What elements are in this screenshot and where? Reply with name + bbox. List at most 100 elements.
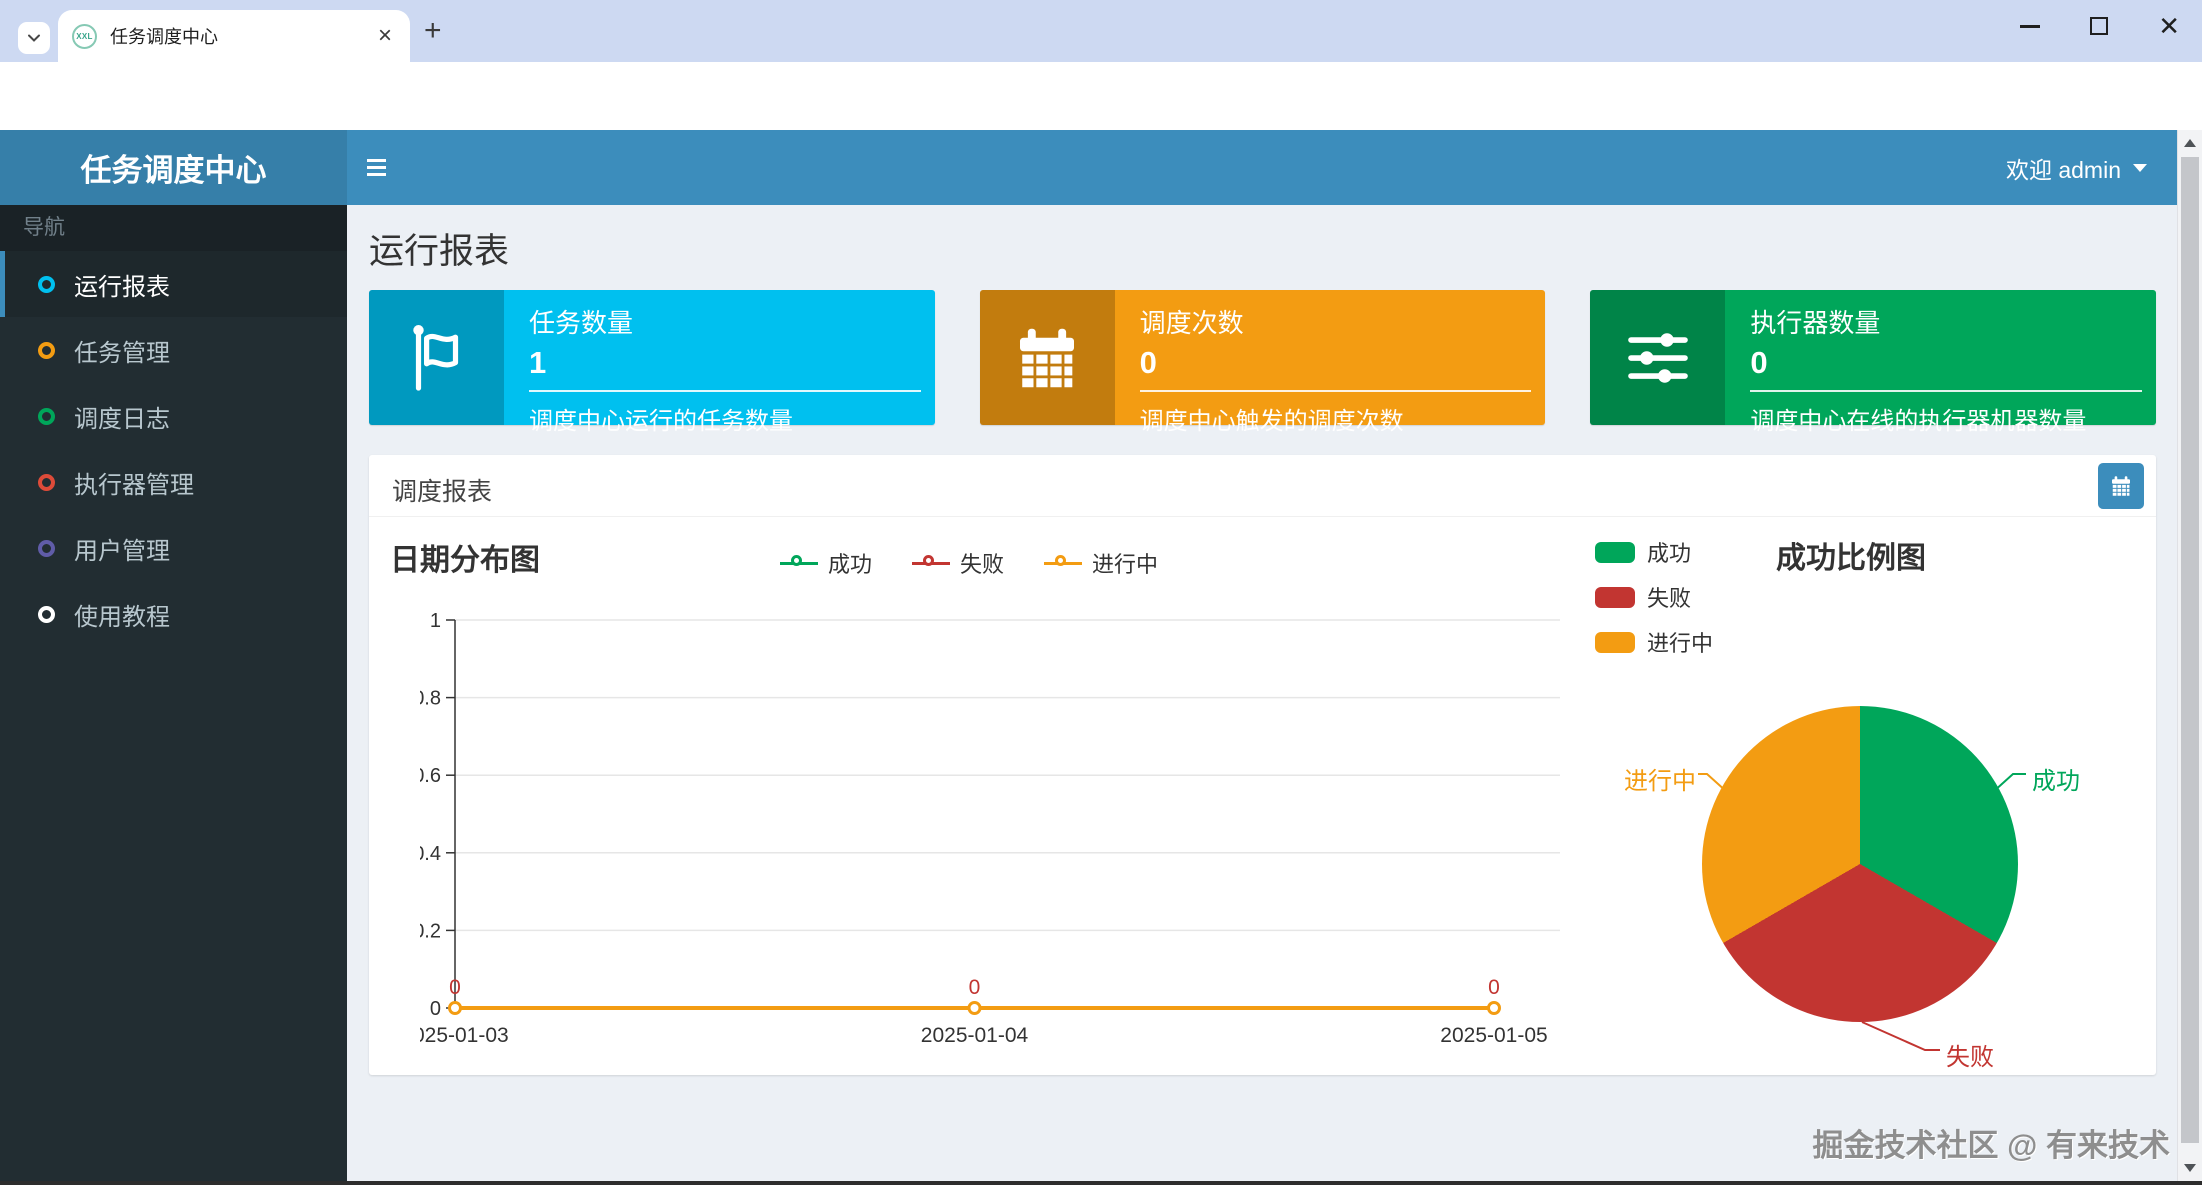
legend-item-success[interactable]: 成功 (780, 547, 872, 579)
info-box-value: 1 (529, 345, 921, 381)
info-box-desc: 调度中心触发的调度次数 (1140, 401, 1532, 436)
sidebar-item-executors[interactable]: 执行器管理 (0, 449, 347, 515)
info-box-title: 调度次数 (1140, 303, 1532, 340)
line-marker-icon (1044, 562, 1082, 565)
sidebar-item-users[interactable]: 用户管理 (0, 515, 347, 581)
pie-label-fail: 失败 (1946, 1037, 1994, 1072)
maximize-button[interactable] (2090, 17, 2108, 35)
new-tab-button[interactable]: + (424, 14, 442, 48)
line-chart-legend: 成功 失败 进行中 (649, 547, 1289, 579)
line-marker-icon (780, 562, 818, 565)
sidebar-item-jobs[interactable]: 任务管理 (0, 317, 347, 383)
window-bottom-edge (0, 1181, 2202, 1185)
sidebar-toggle-button[interactable] (347, 130, 405, 205)
sidebar-item-label: 使用教程 (74, 597, 170, 632)
tab-search-button[interactable] (18, 22, 50, 54)
tab-strip: XXL 任务调度中心 × + ✕ (0, 0, 2202, 62)
date-range-button[interactable] (2098, 463, 2144, 509)
sidebar: 导航 运行报表 任务管理 调度日志 执行器管理 用户管理 使用教程 (0, 205, 347, 1181)
svg-text:0: 0 (969, 976, 981, 999)
pie-label-running: 进行中 (1620, 761, 1696, 796)
info-box-desc: 调度中心运行的任务数量 (529, 401, 921, 436)
sidebar-item-label: 执行器管理 (74, 465, 194, 500)
legend-item-fail[interactable]: 失败 (912, 547, 1004, 579)
svg-text:2025-01-04: 2025-01-04 (921, 1024, 1029, 1047)
svg-text:2025-01-03: 2025-01-03 (420, 1024, 509, 1047)
sidebar-item-label: 运行报表 (74, 267, 170, 302)
calendar-icon (2109, 474, 2133, 498)
divider (1140, 390, 1532, 392)
scrollbar-thumb[interactable] (2181, 157, 2199, 1143)
xxl-favicon-icon: XXL (72, 24, 97, 49)
circle-icon (38, 408, 55, 425)
info-box-desc: 调度中心在线的执行器机器数量 (1750, 401, 2142, 436)
address-bar: 不安全 192.168.179.21:8080/xxl-job-admin/ 访… (0, 62, 2202, 130)
info-box-title: 执行器数量 (1750, 303, 2142, 340)
browser-window: XXL 任务调度中心 × + ✕ 不安全 192.168.179.21:8080… (0, 0, 2202, 1185)
pie-label-success: 成功 (2032, 761, 2080, 796)
circle-icon (38, 474, 55, 491)
svg-text:0: 0 (1488, 976, 1500, 999)
info-box-triggers: 调度次数 0 调度中心触发的调度次数 (980, 290, 1546, 425)
circle-icon (38, 606, 55, 623)
page-title: 运行报表 (369, 223, 509, 274)
caret-down-icon (2133, 164, 2147, 172)
info-box-executors: 执行器数量 0 调度中心在线的执行器机器数量 (1590, 290, 2156, 425)
scroll-up-icon[interactable] (2178, 130, 2202, 156)
page-scrollbar[interactable] (2177, 130, 2202, 1181)
app-root: 任务调度中心 欢迎 admin 导航 运行报表 任务管理 调度日志 执行器管理 … (0, 130, 2177, 1185)
legend-label: 成功 (828, 547, 872, 579)
panel-header: 调度报表 (369, 455, 2156, 517)
svg-text:0.6: 0.6 (420, 765, 441, 787)
minimize-button[interactable] (2020, 25, 2040, 28)
info-box-jobs: 任务数量 1 调度中心运行的任务数量 (369, 290, 935, 425)
calendar-icon (980, 290, 1115, 425)
circle-icon (38, 276, 55, 293)
info-box-title: 任务数量 (529, 303, 921, 340)
svg-text:0.8: 0.8 (420, 688, 441, 710)
window-close-button[interactable]: ✕ (2158, 16, 2180, 36)
sidebar-item-label: 调度日志 (74, 399, 170, 434)
panel-title: 调度报表 (392, 472, 492, 508)
svg-text:1: 1 (430, 610, 441, 632)
sidebar-item-help[interactable]: 使用教程 (0, 581, 347, 647)
line-chart: 0 0.2 0.4 0.6 0.8 1 2025-01-03 2025-01-04 2025-0… (420, 595, 1560, 1065)
circle-icon (38, 540, 55, 557)
sliders-icon (1590, 290, 1725, 425)
pie-chart-block: 成功比例图 成功 失败 进行中 成功 失败 进行中 (1580, 517, 2163, 1073)
chevron-down-icon (26, 30, 42, 46)
svg-text:0.4: 0.4 (420, 843, 441, 865)
info-box-value: 0 (1140, 345, 1532, 381)
welcome-label: 欢迎 admin (2006, 151, 2121, 185)
content-area: 运行报表 任务数量 1 调度中心运行的任务数量 (347, 205, 2156, 1121)
tab-close-icon[interactable]: × (374, 24, 396, 48)
svg-text:0.2: 0.2 (420, 920, 441, 942)
line-chart-title: 日期分布图 (390, 535, 540, 579)
flag-icon (369, 290, 504, 425)
app-brand[interactable]: 任务调度中心 (0, 130, 347, 205)
watermark: 掘金技术社区 @ 有来技术 (1813, 1120, 2170, 1165)
svg-text:0: 0 (449, 976, 461, 999)
line-marker-icon (912, 562, 950, 565)
sidebar-item-label: 任务管理 (74, 333, 170, 368)
sidebar-item-dashboard[interactable]: 运行报表 (0, 251, 347, 317)
sidebar-item-joblog[interactable]: 调度日志 (0, 383, 347, 449)
info-box-value: 0 (1750, 345, 2142, 381)
app-navbar: 欢迎 admin (347, 130, 2177, 205)
legend-item-running[interactable]: 进行中 (1044, 547, 1158, 579)
browser-tab[interactable]: XXL 任务调度中心 × (58, 10, 410, 62)
divider (529, 390, 921, 392)
user-menu[interactable]: 欢迎 admin (2006, 130, 2147, 205)
svg-text:2025-01-05: 2025-01-05 (1440, 1024, 1547, 1047)
scroll-down-icon[interactable] (2178, 1155, 2202, 1181)
line-chart-block: 日期分布图 成功 失败 进行中 0 0.2 0.4 0.6 0.8 1 2025-01-03… (369, 517, 1580, 1073)
sidebar-section-label: 导航 (0, 205, 347, 251)
sidebar-item-label: 用户管理 (74, 531, 170, 566)
divider (1750, 390, 2142, 392)
svg-text:0: 0 (430, 998, 441, 1020)
info-box-row: 任务数量 1 调度中心运行的任务数量 调度次数 0 调度中心触发的调度次数 (369, 290, 2156, 425)
legend-label: 进行中 (1092, 547, 1158, 579)
circle-icon (38, 342, 55, 359)
tab-title: 任务调度中心 (110, 23, 374, 49)
legend-label: 失败 (960, 547, 1004, 579)
